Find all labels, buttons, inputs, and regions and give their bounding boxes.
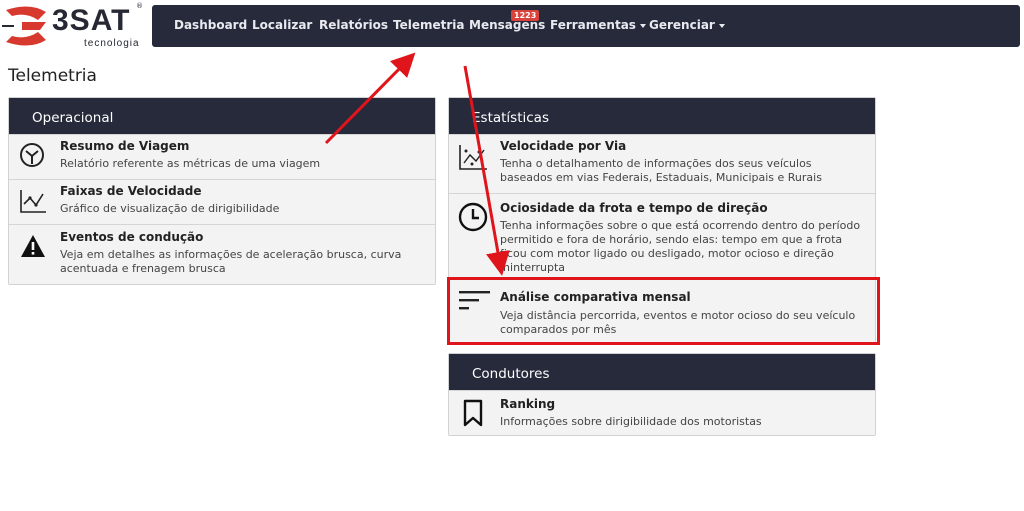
item-ranking[interactable]: Ranking Informações sobre dirigibilidade…	[449, 390, 875, 435]
nav-relatorios[interactable]: Relatórios	[319, 18, 388, 32]
item-description: Tenha o detalhamento de informações dos …	[500, 157, 822, 184]
page-title: Telemetria	[8, 66, 97, 86]
nav-telemetria[interactable]: Telemetria	[393, 18, 465, 32]
item-ociosidade-da-frota[interactable]: Ociosidade da frota e tempo de direção T…	[449, 193, 875, 279]
item-description: Gráfico de visualização de dirigibilidad…	[60, 202, 280, 215]
caret-down-icon	[718, 23, 725, 28]
scatter-chart-icon	[459, 145, 487, 170]
nav-gerenciar-label: Gerenciar	[649, 18, 715, 32]
panel-estatisticas: Estatísticas Velocidade por Via Tenha o …	[448, 97, 876, 344]
top-bar: 3SAT ® tecnologia Dashboard Localizar Re…	[0, 0, 1024, 52]
panel-header-operacional: Operacional	[9, 98, 435, 134]
logo-subtitle: tecnologia	[84, 38, 140, 49]
item-title: Análise comparativa mensal	[500, 290, 691, 304]
messages-count-badge: 1223	[511, 10, 540, 21]
nav-localizar[interactable]: Localizar	[252, 18, 312, 32]
item-title: Velocidade por Via	[500, 139, 627, 153]
panel-condutores: Condutores Ranking Informações sobre dir…	[448, 353, 876, 436]
item-description: Veja em detalhes as informações de acele…	[60, 248, 402, 275]
nav-ferramentas[interactable]: Ferramentas	[550, 18, 646, 32]
nav-gerenciar[interactable]: Gerenciar	[649, 18, 725, 32]
logo-mark-icon	[2, 6, 46, 46]
item-description: Veja distância percorrida, eventos e mot…	[500, 309, 856, 336]
brand-logo[interactable]: 3SAT ® tecnologia	[0, 0, 146, 52]
item-description: Relatório referente as métricas de uma v…	[60, 157, 321, 170]
item-title: Eventos de condução	[60, 230, 204, 244]
panel-operacional: Operacional Resumo de Viagem Relatório r…	[8, 97, 436, 285]
warning-icon	[21, 235, 45, 257]
line-chart-icon	[20, 190, 46, 213]
item-title: Faixas de Velocidade	[60, 184, 202, 198]
item-description: Tenha informações sobre o que está ocorr…	[500, 219, 861, 274]
item-description: Informações sobre dirigibilidade dos mot…	[500, 415, 762, 428]
item-analise-comparativa-mensal[interactable]: Análise comparativa mensal Veja distânci…	[449, 279, 875, 343]
item-eventos-de-conducao[interactable]: Eventos de condução Veja em detalhes as …	[9, 224, 435, 284]
item-velocidade-por-via[interactable]: Velocidade por Via Tenha o detalhamento …	[449, 134, 875, 193]
logo-registered: ®	[136, 2, 143, 10]
bookmark-icon	[463, 399, 483, 427]
panel-header-estatisticas: Estatísticas	[449, 98, 875, 134]
caret-down-icon	[639, 23, 646, 28]
item-faixas-de-velocidade[interactable]: Faixas de Velocidade Gráfico de visualiz…	[9, 179, 435, 224]
nav-ferramentas-label: Ferramentas	[550, 18, 636, 32]
main-navbar: Dashboard Localizar Relatórios Telemetri…	[152, 5, 1020, 47]
item-title: Ociosidade da frota e tempo de direção	[500, 201, 768, 215]
item-title: Resumo de Viagem	[60, 139, 190, 153]
logo-text: 3SAT	[52, 4, 131, 37]
clock-icon	[458, 202, 488, 232]
panel-header-condutores: Condutores	[449, 354, 875, 390]
item-title: Ranking	[500, 397, 556, 411]
nav-dashboard[interactable]: Dashboard	[174, 18, 247, 32]
gauge-icon	[20, 143, 44, 167]
sort-lines-icon	[459, 291, 490, 310]
item-resumo-de-viagem[interactable]: Resumo de Viagem Relatório referente as …	[9, 134, 435, 179]
